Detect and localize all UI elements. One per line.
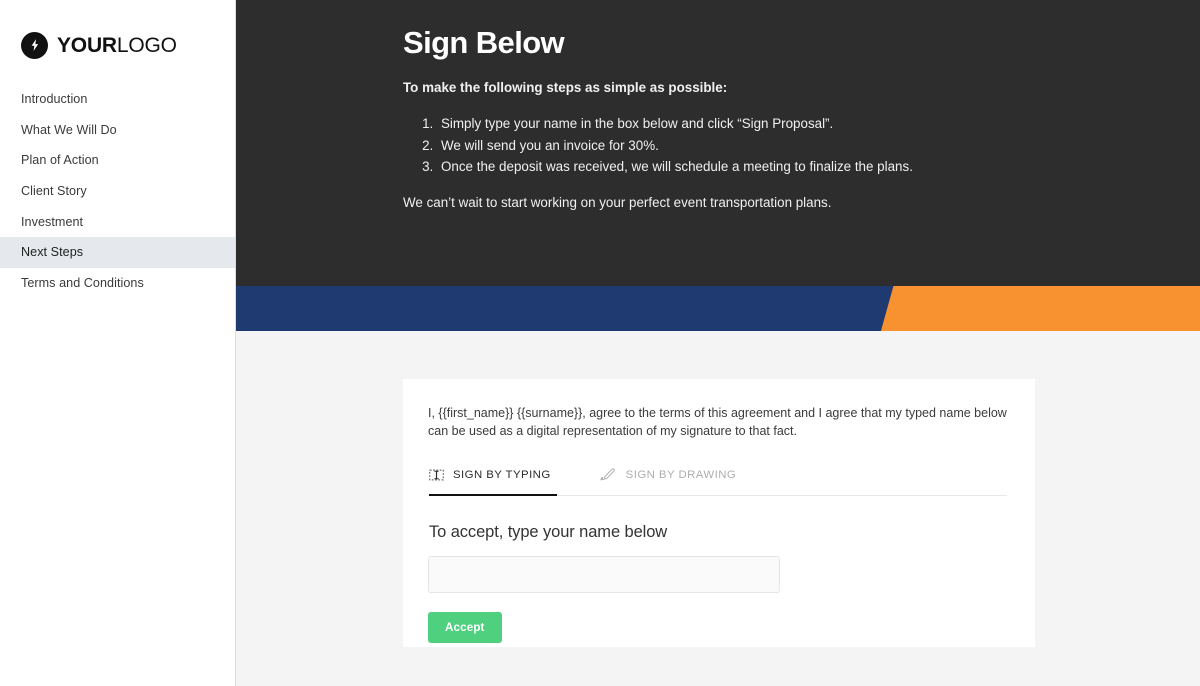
sidebar-item-label: Investment xyxy=(21,214,84,229)
sidebar-item-label: What We Will Do xyxy=(21,122,117,137)
tab-label: SIGN BY TYPING xyxy=(453,469,551,482)
hero-steps-list: Simply type your name in the box below a… xyxy=(437,113,1160,177)
hero-intro-text: To make the following steps as simple as… xyxy=(403,80,728,96)
page-title: Sign Below xyxy=(403,25,565,60)
name-input-prompt: To accept, type your name below xyxy=(429,523,668,542)
lightning-bolt-icon xyxy=(21,31,48,59)
tab-sign-by-typing[interactable]: SIGN BY TYPING xyxy=(429,462,557,497)
signature-card: I, {{first_name}} {{surname}}, agree to … xyxy=(403,379,1035,647)
hero-section: Sign Below To make the following steps a… xyxy=(236,0,1200,286)
consent-text: I, {{first_name}} {{surname}}, agree to … xyxy=(428,406,1007,439)
sidebar-item-label: Introduction xyxy=(21,92,88,107)
sidebar-item-label: Client Story xyxy=(21,184,87,199)
main-content: Sign Below To make the following steps a… xyxy=(236,0,1200,686)
sidebar-item-label: Next Steps xyxy=(21,245,84,260)
sidebar-nav: Introduction What We Will Do Plan of Act… xyxy=(0,84,235,298)
sidebar-item-what-we-will-do[interactable]: What We Will Do xyxy=(0,115,235,146)
decorative-banner-stripe xyxy=(236,286,1200,331)
sidebar-item-next-steps[interactable]: Next Steps xyxy=(0,236,235,268)
sidebar-item-introduction[interactable]: Introduction xyxy=(0,84,235,115)
sidebar: YOURLOGO Introduction What We Will Do Pl… xyxy=(0,0,236,686)
hero-outro-text: We can’t wait to start working on your p… xyxy=(403,195,832,211)
sidebar-item-investment[interactable]: Investment xyxy=(0,206,235,237)
proposal-page: YOURLOGO Introduction What We Will Do Pl… xyxy=(0,0,1200,686)
logo-text: YOURLOGO xyxy=(57,35,177,56)
list-item: Simply type your name in the box below a… xyxy=(437,113,1160,134)
tab-label: SIGN BY DRAWING xyxy=(625,469,737,482)
sidebar-item-terms-and-conditions[interactable]: Terms and Conditions xyxy=(0,268,235,299)
list-item: Once the deposit was received, we will s… xyxy=(437,156,1160,177)
pen-signature-icon xyxy=(599,468,617,482)
list-item: We will send you an invoice for 30%. xyxy=(437,135,1160,156)
logo[interactable]: YOURLOGO xyxy=(0,0,235,62)
text-cursor-icon xyxy=(429,468,444,482)
sidebar-item-label: Terms and Conditions xyxy=(21,275,144,290)
accept-button[interactable]: Accept xyxy=(428,612,502,644)
signature-tabs: SIGN BY TYPING SIGN BY DRAWING xyxy=(428,462,1007,497)
logo-text-light: LOGO xyxy=(116,33,177,57)
tab-sign-by-drawing[interactable]: SIGN BY DRAWING xyxy=(599,462,743,495)
sidebar-item-plan-of-action[interactable]: Plan of Action xyxy=(0,145,235,176)
signature-name-input[interactable] xyxy=(428,556,780,594)
signature-section: I, {{first_name}} {{surname}}, agree to … xyxy=(236,331,1200,686)
sidebar-item-label: Plan of Action xyxy=(21,153,99,168)
sidebar-item-client-story[interactable]: Client Story xyxy=(0,176,235,207)
logo-text-bold: YOUR xyxy=(57,33,117,57)
